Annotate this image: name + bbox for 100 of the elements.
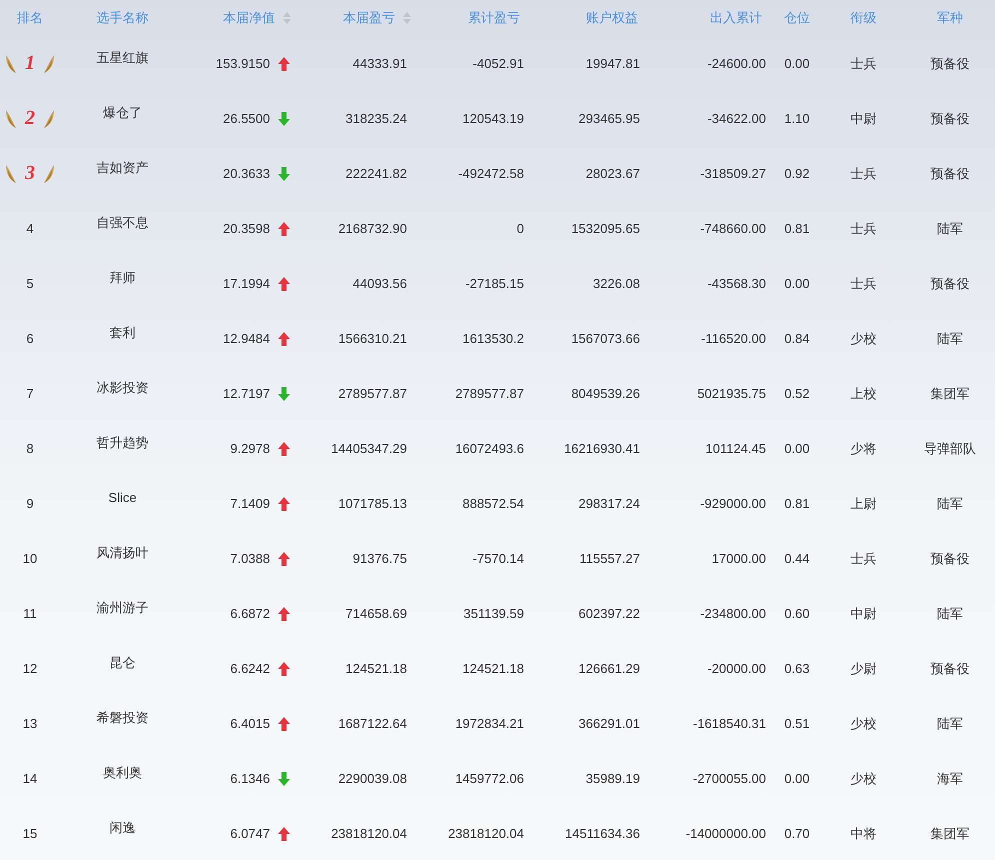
rank-number: 13: [22, 716, 38, 731]
flow-value: -1618540.31: [692, 716, 766, 731]
laurel-icon: [43, 164, 55, 184]
net-value: 6.1346: [230, 771, 270, 786]
equity-value: 35989.19: [586, 771, 640, 786]
flow-value: -234800.00: [700, 606, 766, 621]
rank-title: 中将: [850, 824, 876, 842]
profit-value: 44333.91: [352, 56, 407, 71]
net-value: 7.1409: [230, 496, 270, 511]
profit-value: 91376.75: [352, 551, 407, 566]
position-value: 0.44: [784, 551, 810, 566]
column-header: 账户权益: [586, 9, 638, 27]
rank-number: 3: [25, 162, 35, 185]
cumulative-value: 1613530.2: [462, 331, 524, 346]
laurel-icon: [43, 54, 55, 74]
flow-value: 101124.45: [706, 441, 766, 456]
net-value: 20.3598: [223, 221, 270, 236]
equity-value: 126661.29: [578, 661, 640, 676]
net-value: 26.5500: [223, 111, 270, 126]
cumulative-value: 16072493.6: [455, 441, 524, 456]
net-value: 20.3633: [223, 166, 270, 181]
player-name: Slice: [108, 490, 137, 505]
column-header: 军种: [937, 9, 963, 27]
position-value: 0.00: [784, 276, 810, 291]
flow-value: -20000.00: [707, 661, 766, 676]
flow-value: -748660.00: [700, 221, 766, 236]
army-type: 导弹部队: [924, 440, 976, 458]
column-header: 出入累计: [710, 9, 762, 27]
position-value: 0.00: [784, 441, 810, 456]
cumulative-value: -7570.14: [472, 551, 524, 566]
rank-number: 12: [22, 661, 38, 676]
laurel-icon: [5, 164, 17, 184]
rank-title: 少校: [850, 770, 876, 788]
rank-number: 11: [23, 606, 37, 621]
flow-value: -24600.00: [707, 56, 766, 71]
army-type: 海军: [937, 770, 963, 788]
player-name: 渝州游子: [96, 598, 148, 616]
rank-title: 少尉: [850, 660, 876, 678]
sort-icon[interactable]: [403, 12, 411, 24]
profit-value: 222241.82: [346, 166, 407, 181]
cumulative-value: 888572.54: [462, 496, 524, 511]
rank-title: 少将: [850, 440, 876, 458]
net-value: 12.9484: [223, 331, 270, 346]
position-value: 0.51: [784, 716, 810, 731]
equity-value: 28023.67: [586, 166, 640, 181]
rank-title: 上尉: [850, 494, 876, 512]
flow-value: -116520.00: [701, 331, 766, 346]
cumulative-value: 2789577.87: [455, 386, 524, 401]
profit-value: 1071785.13: [338, 496, 407, 511]
rank-title: 少校: [850, 330, 876, 348]
net-value: 17.1994: [223, 276, 270, 291]
cumulative-value: -4052.91: [472, 56, 524, 71]
net-value: 6.6872: [230, 606, 270, 621]
flow-value: 17000.00: [712, 551, 766, 566]
flow-value: -14000000.00: [686, 826, 766, 841]
rank-number: 7: [26, 386, 34, 401]
player-name: 套利: [110, 324, 136, 342]
equity-value: 366291.01: [578, 716, 640, 731]
profit-value: 14405347.29: [331, 441, 407, 456]
cumulative-value: 0: [516, 221, 524, 236]
rank-title: 上校: [850, 384, 876, 402]
army-type: 预备役: [930, 54, 970, 72]
profit-value: 1566310.21: [338, 331, 407, 346]
profit-value: 318235.24: [346, 111, 407, 126]
column-header[interactable]: 本届净值: [223, 9, 275, 27]
rank-number: 5: [26, 276, 34, 291]
position-value: 0.92: [784, 166, 810, 181]
player-name: 爆仓了: [103, 104, 142, 122]
cumulative-value: 120543.19: [462, 111, 524, 126]
player-name: 冰影投资: [96, 378, 148, 396]
cumulative-value: 23818120.04: [448, 826, 524, 841]
sort-icon[interactable]: [283, 12, 291, 24]
column-header[interactable]: 本届盈亏: [343, 9, 395, 27]
equity-value: 298317.24: [578, 496, 640, 511]
player-name: 希磐投资: [96, 708, 148, 726]
player-name: 昆仑: [110, 654, 136, 672]
army-type: 预备役: [930, 660, 970, 678]
net-value: 9.2978: [230, 441, 270, 456]
equity-value: 602397.22: [578, 606, 640, 621]
player-name: 吉如资产: [96, 158, 148, 176]
position-value: 0.00: [784, 56, 810, 71]
player-name: 奥利奥: [103, 764, 142, 782]
net-value: 6.4015: [230, 716, 270, 731]
cumulative-value: 124521.18: [462, 661, 524, 676]
army-type: 集团军: [930, 384, 970, 402]
equity-value: 16216930.41: [564, 441, 640, 456]
equity-value: 1567073.66: [571, 331, 640, 346]
player-name: 自强不息: [96, 214, 148, 232]
army-type: 集团军: [930, 824, 970, 842]
position-value: 0.60: [784, 606, 810, 621]
net-value: 6.6242: [230, 661, 270, 676]
rank-number: 15: [22, 826, 38, 841]
equity-value: 115557.27: [580, 551, 640, 566]
rank-title: 中尉: [850, 110, 876, 128]
laurel-icon: [5, 108, 17, 128]
army-type: 陆军: [937, 330, 963, 348]
rank-number: 14: [22, 771, 38, 786]
cumulative-value: 351139.59: [464, 606, 524, 621]
profit-value: 1687122.64: [338, 716, 407, 731]
laurel-icon: [5, 54, 17, 74]
